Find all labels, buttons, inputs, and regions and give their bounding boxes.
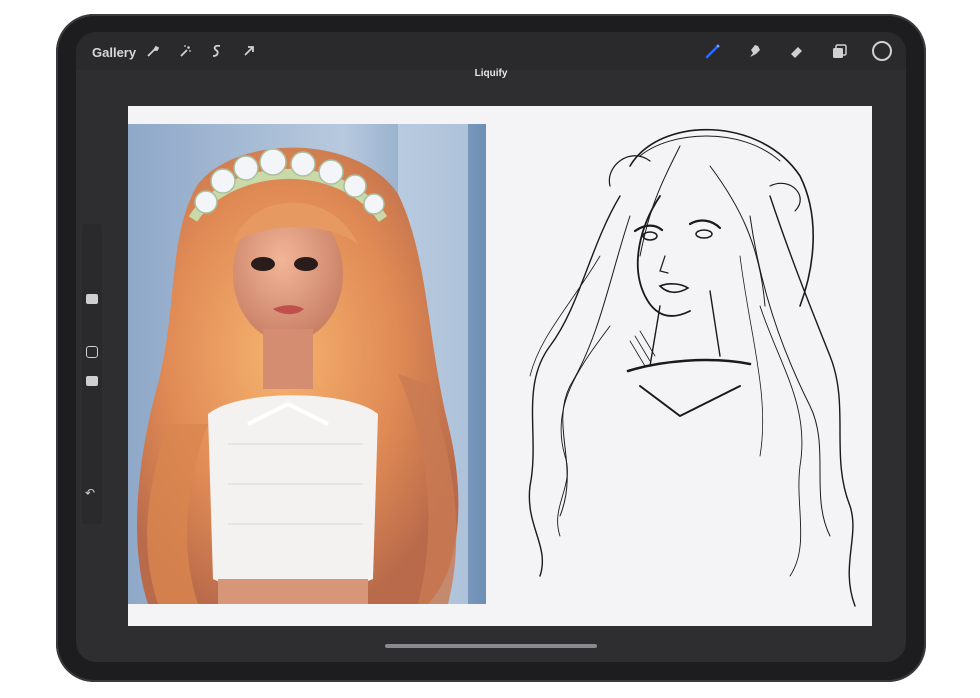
mode-title: Liquify [474,68,508,79]
home-indicator[interactable] [385,644,597,648]
layers-icon[interactable] [830,42,848,60]
left-sidebar: ↶ [82,224,102,524]
undo-icon[interactable]: ↶ [85,486,95,500]
wrench-icon[interactable] [144,42,162,60]
gallery-button[interactable]: Gallery [92,45,136,60]
eraser-icon[interactable] [788,42,806,60]
procreate-screen: Gallery Liquify ↶ [76,32,906,662]
move-arrow-icon[interactable] [240,42,258,60]
girl-sketch [510,106,872,626]
brush-size-slider[interactable] [86,294,98,304]
color-picker[interactable] [872,41,892,61]
magic-wand-icon[interactable] [176,42,194,60]
brush-icon[interactable] [704,42,722,60]
drawing-canvas[interactable] [128,106,872,626]
smudge-icon[interactable] [746,42,764,60]
selection-icon[interactable] [208,42,226,60]
reference-photo [128,124,486,604]
top-toolbar: Gallery [76,32,906,70]
opacity-slider[interactable] [86,376,98,386]
modify-button[interactable] [86,346,98,358]
